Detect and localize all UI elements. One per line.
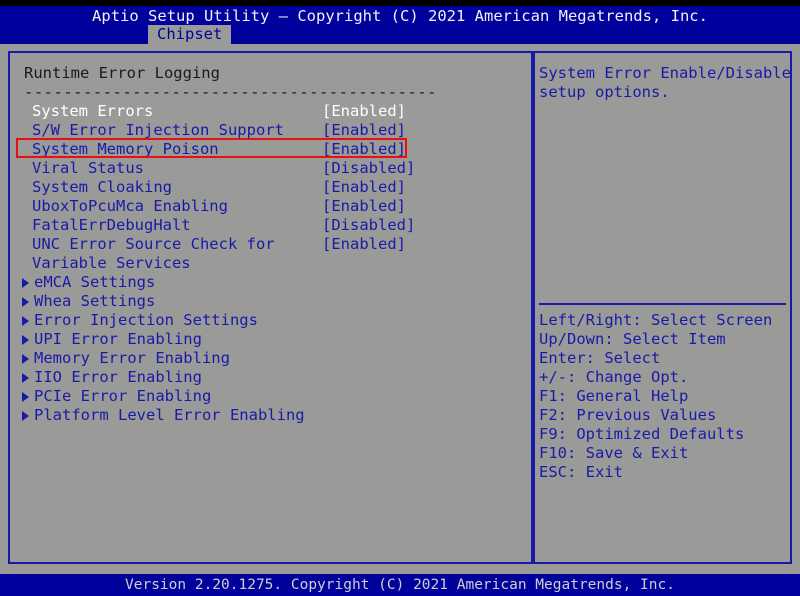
key-legend-line: +/-: Change Opt. xyxy=(539,368,689,386)
submenu-label: Memory Error Enabling xyxy=(34,349,230,367)
tab-chipset[interactable]: Chipset xyxy=(148,25,232,44)
option-row[interactable]: FatalErrDebugHalt [Disabled] xyxy=(10,216,531,235)
option-label: UboxToPcuMca Enabling xyxy=(32,197,228,215)
option-value[interactable]: [Disabled] xyxy=(322,159,415,178)
submenu-label: Whea Settings xyxy=(34,292,156,310)
settings-panel: Runtime Error Logging ------------------… xyxy=(8,51,533,564)
submenu-label: eMCA Settings xyxy=(34,273,156,291)
submenu-label: Platform Level Error Enabling xyxy=(34,406,305,424)
submenu-row[interactable]: IIO Error Enabling xyxy=(10,368,531,387)
triangle-right-icon xyxy=(22,354,29,364)
option-row[interactable]: System Errors [Enabled] xyxy=(10,102,531,121)
bios-setup-screen: Aptio Setup Utility – Copyright (C) 2021… xyxy=(0,0,800,596)
key-legend-line: F1: General Help xyxy=(539,387,689,405)
key-legend-line: F10: Save & Exit xyxy=(539,444,689,462)
submenu-row[interactable]: UPI Error Enabling xyxy=(10,330,531,349)
help-panel: System Error Enable/Disable setup options… xyxy=(533,51,792,564)
submenu-row[interactable]: eMCA Settings xyxy=(10,273,531,292)
option-label: S/W Error Injection Support xyxy=(32,121,284,139)
option-value[interactable]: [Enabled] xyxy=(322,102,406,121)
option-row[interactable]: System Cloaking [Enabled] xyxy=(10,178,531,197)
submenu-row[interactable]: Platform Level Error Enabling xyxy=(10,406,531,425)
option-label: System Cloaking xyxy=(32,178,172,196)
key-legend-line: Enter: Select xyxy=(539,349,661,367)
submenu-row[interactable]: Whea Settings xyxy=(10,292,531,311)
submenu-row[interactable]: Memory Error Enabling xyxy=(10,349,531,368)
key-legend-line: F2: Previous Values xyxy=(539,406,717,424)
option-row[interactable]: UNC Error Source Check for [Enabled] xyxy=(10,235,531,254)
option-row[interactable]: System Memory Poison [Enabled] xyxy=(10,138,531,159)
triangle-right-icon xyxy=(22,316,29,326)
option-list: System Errors [Enabled] S/W Error Injectio… xyxy=(10,102,531,425)
help-line: System Error Enable/Disable xyxy=(539,64,791,82)
key-legend-line: ESC: Exit xyxy=(539,463,623,481)
key-legend-line: Up/Down: Select Item xyxy=(539,330,726,348)
key-legend: Left/Right: Select Screen Up/Down: Select… xyxy=(539,311,789,482)
option-label: FatalErrDebugHalt xyxy=(32,216,191,234)
submenu-row[interactable]: Error Injection Settings xyxy=(10,311,531,330)
triangle-right-icon xyxy=(22,297,29,307)
option-row[interactable]: S/W Error Injection Support [Enabled] xyxy=(10,121,531,140)
option-value[interactable]: [Enabled] xyxy=(322,140,406,159)
option-row[interactable]: UboxToPcuMca Enabling [Enabled] xyxy=(10,197,531,216)
help-line: setup options. xyxy=(539,83,670,101)
option-row[interactable]: Viral Status [Disabled] xyxy=(10,159,531,178)
option-value[interactable]: [Enabled] xyxy=(322,235,406,254)
submenu-label: IIO Error Enabling xyxy=(34,368,202,386)
submenu-label: UPI Error Enabling xyxy=(34,330,202,348)
version-text: Version 2.20.1275. Copyright (C) 2021 Am… xyxy=(125,577,675,593)
app-title: Aptio Setup Utility – Copyright (C) 2021… xyxy=(92,7,708,25)
option-row[interactable]: Variable Services xyxy=(10,254,531,273)
option-label: System Memory Poison xyxy=(32,140,219,158)
triangle-right-icon xyxy=(22,392,29,402)
help-description: System Error Enable/Disable setup options… xyxy=(539,64,791,102)
key-legend-line: Left/Right: Select Screen xyxy=(539,311,773,329)
triangle-right-icon xyxy=(22,373,29,383)
triangle-right-icon xyxy=(22,278,29,288)
triangle-right-icon xyxy=(22,411,29,421)
option-label: Variable Services xyxy=(32,254,191,272)
option-label: Viral Status xyxy=(32,159,144,177)
section-divider: ----------------------------------------… xyxy=(24,83,437,101)
option-value[interactable]: [Disabled] xyxy=(322,216,415,235)
option-label: UNC Error Source Check for xyxy=(32,235,275,253)
page-title: Runtime Error Logging xyxy=(24,64,220,82)
option-value[interactable]: [Enabled] xyxy=(322,197,406,216)
triangle-right-icon xyxy=(22,335,29,345)
help-divider xyxy=(539,303,786,305)
tab-strip: Chipset xyxy=(0,25,800,44)
option-value[interactable]: [Enabled] xyxy=(322,121,406,140)
submenu-row[interactable]: PCIe Error Enabling xyxy=(10,387,531,406)
submenu-label: PCIe Error Enabling xyxy=(34,387,212,405)
key-legend-line: F9: Optimized Defaults xyxy=(539,425,745,443)
option-label: System Errors xyxy=(32,102,154,120)
submenu-label: Error Injection Settings xyxy=(34,311,258,329)
option-value[interactable]: [Enabled] xyxy=(322,178,406,197)
